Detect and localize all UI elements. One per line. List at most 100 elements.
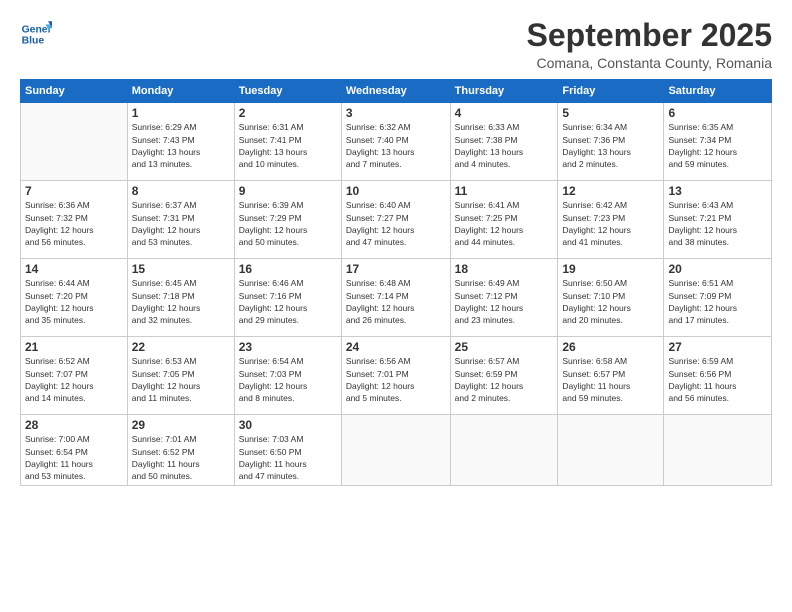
calendar-cell: 27Sunrise: 6:59 AM Sunset: 6:56 PM Dayli… <box>664 337 772 415</box>
logo-icon: General Blue <box>20 18 52 50</box>
calendar-cell: 18Sunrise: 6:49 AM Sunset: 7:12 PM Dayli… <box>450 259 558 337</box>
day-number: 28 <box>25 418 123 432</box>
day-number: 25 <box>455 340 554 354</box>
svg-text:Blue: Blue <box>22 36 45 47</box>
calendar-cell: 29Sunrise: 7:01 AM Sunset: 6:52 PM Dayli… <box>127 415 234 486</box>
calendar-cell: 17Sunrise: 6:48 AM Sunset: 7:14 PM Dayli… <box>341 259 450 337</box>
calendar-cell <box>450 415 558 486</box>
week-row-3: 14Sunrise: 6:44 AM Sunset: 7:20 PM Dayli… <box>21 259 772 337</box>
day-info: Sunrise: 6:45 AM Sunset: 7:18 PM Dayligh… <box>132 277 230 326</box>
day-number: 8 <box>132 184 230 198</box>
day-number: 3 <box>346 106 446 120</box>
day-info: Sunrise: 6:59 AM Sunset: 6:56 PM Dayligh… <box>668 355 767 404</box>
day-info: Sunrise: 6:49 AM Sunset: 7:12 PM Dayligh… <box>455 277 554 326</box>
day-info: Sunrise: 6:32 AM Sunset: 7:40 PM Dayligh… <box>346 121 446 170</box>
calendar-table: SundayMondayTuesdayWednesdayThursdayFrid… <box>20 79 772 486</box>
calendar-cell: 22Sunrise: 6:53 AM Sunset: 7:05 PM Dayli… <box>127 337 234 415</box>
day-number: 30 <box>239 418 337 432</box>
day-info: Sunrise: 6:52 AM Sunset: 7:07 PM Dayligh… <box>25 355 123 404</box>
day-info: Sunrise: 6:44 AM Sunset: 7:20 PM Dayligh… <box>25 277 123 326</box>
calendar-cell: 13Sunrise: 6:43 AM Sunset: 7:21 PM Dayli… <box>664 181 772 259</box>
day-number: 2 <box>239 106 337 120</box>
day-number: 15 <box>132 262 230 276</box>
calendar-cell: 8Sunrise: 6:37 AM Sunset: 7:31 PM Daylig… <box>127 181 234 259</box>
day-info: Sunrise: 6:34 AM Sunset: 7:36 PM Dayligh… <box>562 121 659 170</box>
calendar-cell: 5Sunrise: 6:34 AM Sunset: 7:36 PM Daylig… <box>558 103 664 181</box>
day-info: Sunrise: 6:35 AM Sunset: 7:34 PM Dayligh… <box>668 121 767 170</box>
day-info: Sunrise: 6:40 AM Sunset: 7:27 PM Dayligh… <box>346 199 446 248</box>
day-info: Sunrise: 6:42 AM Sunset: 7:23 PM Dayligh… <box>562 199 659 248</box>
day-number: 27 <box>668 340 767 354</box>
calendar-cell: 4Sunrise: 6:33 AM Sunset: 7:38 PM Daylig… <box>450 103 558 181</box>
calendar-cell: 14Sunrise: 6:44 AM Sunset: 7:20 PM Dayli… <box>21 259 128 337</box>
day-number: 11 <box>455 184 554 198</box>
weekday-header-friday: Friday <box>558 80 664 103</box>
day-number: 4 <box>455 106 554 120</box>
day-number: 21 <box>25 340 123 354</box>
month-title: September 2025 <box>527 18 772 53</box>
calendar-cell: 20Sunrise: 6:51 AM Sunset: 7:09 PM Dayli… <box>664 259 772 337</box>
day-number: 19 <box>562 262 659 276</box>
week-row-2: 7Sunrise: 6:36 AM Sunset: 7:32 PM Daylig… <box>21 181 772 259</box>
day-number: 1 <box>132 106 230 120</box>
day-number: 6 <box>668 106 767 120</box>
calendar-cell <box>558 415 664 486</box>
calendar-cell: 1Sunrise: 6:29 AM Sunset: 7:43 PM Daylig… <box>127 103 234 181</box>
day-number: 5 <box>562 106 659 120</box>
day-number: 24 <box>346 340 446 354</box>
day-number: 23 <box>239 340 337 354</box>
calendar-cell: 23Sunrise: 6:54 AM Sunset: 7:03 PM Dayli… <box>234 337 341 415</box>
day-info: Sunrise: 7:01 AM Sunset: 6:52 PM Dayligh… <box>132 433 230 482</box>
calendar-cell: 28Sunrise: 7:00 AM Sunset: 6:54 PM Dayli… <box>21 415 128 486</box>
day-info: Sunrise: 6:58 AM Sunset: 6:57 PM Dayligh… <box>562 355 659 404</box>
day-info: Sunrise: 6:43 AM Sunset: 7:21 PM Dayligh… <box>668 199 767 248</box>
header: General Blue September 2025 Comana, Cons… <box>20 18 772 71</box>
day-info: Sunrise: 6:48 AM Sunset: 7:14 PM Dayligh… <box>346 277 446 326</box>
day-info: Sunrise: 7:00 AM Sunset: 6:54 PM Dayligh… <box>25 433 123 482</box>
calendar-cell: 7Sunrise: 6:36 AM Sunset: 7:32 PM Daylig… <box>21 181 128 259</box>
calendar-cell <box>21 103 128 181</box>
day-number: 26 <box>562 340 659 354</box>
day-info: Sunrise: 6:54 AM Sunset: 7:03 PM Dayligh… <box>239 355 337 404</box>
day-number: 14 <box>25 262 123 276</box>
title-area: September 2025 Comana, Constanta County,… <box>527 18 772 71</box>
day-number: 10 <box>346 184 446 198</box>
week-row-1: 1Sunrise: 6:29 AM Sunset: 7:43 PM Daylig… <box>21 103 772 181</box>
day-number: 22 <box>132 340 230 354</box>
calendar-cell: 30Sunrise: 7:03 AM Sunset: 6:50 PM Dayli… <box>234 415 341 486</box>
day-info: Sunrise: 6:31 AM Sunset: 7:41 PM Dayligh… <box>239 121 337 170</box>
calendar-cell: 12Sunrise: 6:42 AM Sunset: 7:23 PM Dayli… <box>558 181 664 259</box>
day-number: 12 <box>562 184 659 198</box>
week-row-4: 21Sunrise: 6:52 AM Sunset: 7:07 PM Dayli… <box>21 337 772 415</box>
weekday-header-thursday: Thursday <box>450 80 558 103</box>
calendar-cell: 6Sunrise: 6:35 AM Sunset: 7:34 PM Daylig… <box>664 103 772 181</box>
day-info: Sunrise: 7:03 AM Sunset: 6:50 PM Dayligh… <box>239 433 337 482</box>
week-row-5: 28Sunrise: 7:00 AM Sunset: 6:54 PM Dayli… <box>21 415 772 486</box>
calendar-cell: 3Sunrise: 6:32 AM Sunset: 7:40 PM Daylig… <box>341 103 450 181</box>
calendar-cell: 10Sunrise: 6:40 AM Sunset: 7:27 PM Dayli… <box>341 181 450 259</box>
calendar-cell: 24Sunrise: 6:56 AM Sunset: 7:01 PM Dayli… <box>341 337 450 415</box>
weekday-header-monday: Monday <box>127 80 234 103</box>
day-info: Sunrise: 6:51 AM Sunset: 7:09 PM Dayligh… <box>668 277 767 326</box>
day-number: 29 <box>132 418 230 432</box>
calendar-cell: 21Sunrise: 6:52 AM Sunset: 7:07 PM Dayli… <box>21 337 128 415</box>
calendar-cell: 26Sunrise: 6:58 AM Sunset: 6:57 PM Dayli… <box>558 337 664 415</box>
day-info: Sunrise: 6:33 AM Sunset: 7:38 PM Dayligh… <box>455 121 554 170</box>
calendar-cell <box>341 415 450 486</box>
day-info: Sunrise: 6:56 AM Sunset: 7:01 PM Dayligh… <box>346 355 446 404</box>
calendar-cell: 16Sunrise: 6:46 AM Sunset: 7:16 PM Dayli… <box>234 259 341 337</box>
day-info: Sunrise: 6:46 AM Sunset: 7:16 PM Dayligh… <box>239 277 337 326</box>
weekday-header-row: SundayMondayTuesdayWednesdayThursdayFrid… <box>21 80 772 103</box>
day-info: Sunrise: 6:39 AM Sunset: 7:29 PM Dayligh… <box>239 199 337 248</box>
day-number: 7 <box>25 184 123 198</box>
weekday-header-tuesday: Tuesday <box>234 80 341 103</box>
calendar-cell: 2Sunrise: 6:31 AM Sunset: 7:41 PM Daylig… <box>234 103 341 181</box>
day-info: Sunrise: 6:53 AM Sunset: 7:05 PM Dayligh… <box>132 355 230 404</box>
day-info: Sunrise: 6:37 AM Sunset: 7:31 PM Dayligh… <box>132 199 230 248</box>
day-number: 9 <box>239 184 337 198</box>
location-title: Comana, Constanta County, Romania <box>527 55 772 71</box>
day-number: 18 <box>455 262 554 276</box>
calendar-cell: 11Sunrise: 6:41 AM Sunset: 7:25 PM Dayli… <box>450 181 558 259</box>
calendar-cell <box>664 415 772 486</box>
day-number: 20 <box>668 262 767 276</box>
